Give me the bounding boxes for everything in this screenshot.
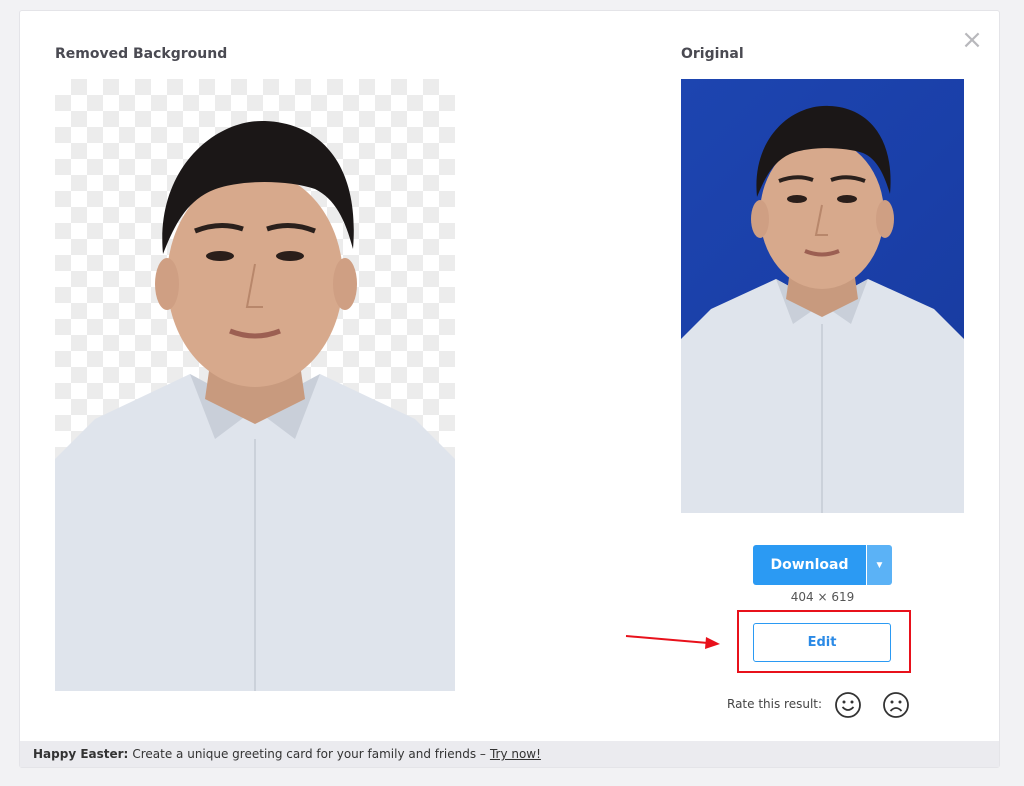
- smiley-sad-icon[interactable]: [882, 691, 910, 719]
- promo-footer: Happy Easter: Create a unique greeting c…: [20, 741, 999, 767]
- download-options-chevron-down-icon[interactable]: ▼: [867, 545, 892, 585]
- close-icon[interactable]: ×: [961, 27, 983, 53]
- red-arrow-icon: [625, 635, 720, 649]
- edit-button[interactable]: Edit: [753, 623, 891, 662]
- rate-result-label: Rate this result:: [727, 697, 823, 711]
- smiley-happy-icon[interactable]: [834, 691, 862, 719]
- removed-background-heading: Removed Background: [55, 46, 228, 62]
- original-image: [681, 79, 964, 513]
- download-button[interactable]: Download: [753, 545, 866, 585]
- removed-background-image: [55, 79, 455, 691]
- image-dimensions: 404 × 619: [790, 590, 855, 604]
- promo-title: Happy Easter:: [33, 747, 129, 761]
- original-heading: Original: [681, 46, 744, 62]
- try-now-link[interactable]: Try now!: [490, 747, 541, 761]
- promo-text: Create a unique greeting card for your f…: [132, 747, 486, 761]
- download-button-group: Download ▼: [753, 545, 892, 585]
